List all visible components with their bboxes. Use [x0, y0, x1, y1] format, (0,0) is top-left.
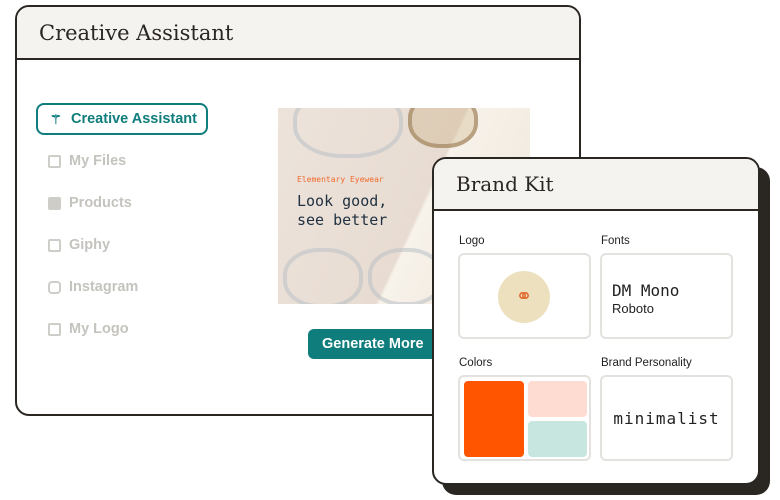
nav-label: Giphy [69, 237, 111, 253]
sidebar-nav: ⚚ Creative Assistant My Files Products Gi… [36, 103, 208, 355]
fonts-card[interactable]: DM Mono Roboto [600, 253, 733, 339]
nav-item-giphy[interactable]: Giphy [36, 229, 208, 261]
brand-kit-title: Brand Kit [434, 159, 758, 211]
logo-label: Logo [459, 235, 485, 247]
glasses-logo-icon: ⚭ [498, 271, 550, 323]
nav-item-products[interactable]: Products [36, 187, 208, 219]
colors-card[interactable] [458, 375, 591, 461]
window-title: Creative Assistant [17, 7, 579, 60]
glasses-image [408, 108, 478, 148]
color-swatch-mint[interactable] [528, 421, 587, 457]
glasses-image [283, 248, 363, 304]
nav-item-instagram[interactable]: Instagram [36, 271, 208, 303]
ad-brand: Elementary Eyewear [297, 175, 384, 184]
nav-label: My Files [69, 153, 127, 169]
personality-card[interactable]: minimalist [600, 375, 733, 461]
image-icon [48, 322, 61, 336]
ad-headline: Look good, see better [297, 192, 388, 229]
colors-label: Colors [459, 357, 493, 369]
color-swatch-orange[interactable] [464, 381, 524, 457]
tshirt-icon [48, 196, 61, 210]
magic-wand-icon: ⚚ [50, 111, 62, 127]
instagram-icon [48, 280, 61, 294]
logo-card[interactable]: ⚭ [458, 253, 591, 339]
generate-more-button[interactable]: Generate More [308, 329, 448, 359]
nav-label: Creative Assistant [71, 111, 197, 127]
color-swatch-pink[interactable] [528, 381, 587, 417]
file-icon [48, 238, 61, 252]
brand-kit-panel: Brand Kit Logo ⚭ Fonts DM Mono Roboto Co… [432, 157, 760, 485]
personality-value: minimalist [613, 409, 720, 428]
glasses-image [293, 108, 403, 158]
nav-item-my-files[interactable]: My Files [36, 145, 208, 177]
fonts-label: Fonts [601, 235, 630, 247]
nav-label: Products [69, 195, 132, 211]
nav-item-my-logo[interactable]: My Logo [36, 313, 208, 345]
personality-label: Brand Personality [601, 357, 692, 369]
font-primary: DM Mono [612, 281, 680, 300]
nav-item-creative-assistant[interactable]: ⚚ Creative Assistant [36, 103, 208, 135]
images-icon [48, 154, 61, 168]
nav-label: Instagram [69, 279, 139, 295]
font-secondary: Roboto [612, 301, 654, 316]
nav-label: My Logo [69, 321, 129, 337]
